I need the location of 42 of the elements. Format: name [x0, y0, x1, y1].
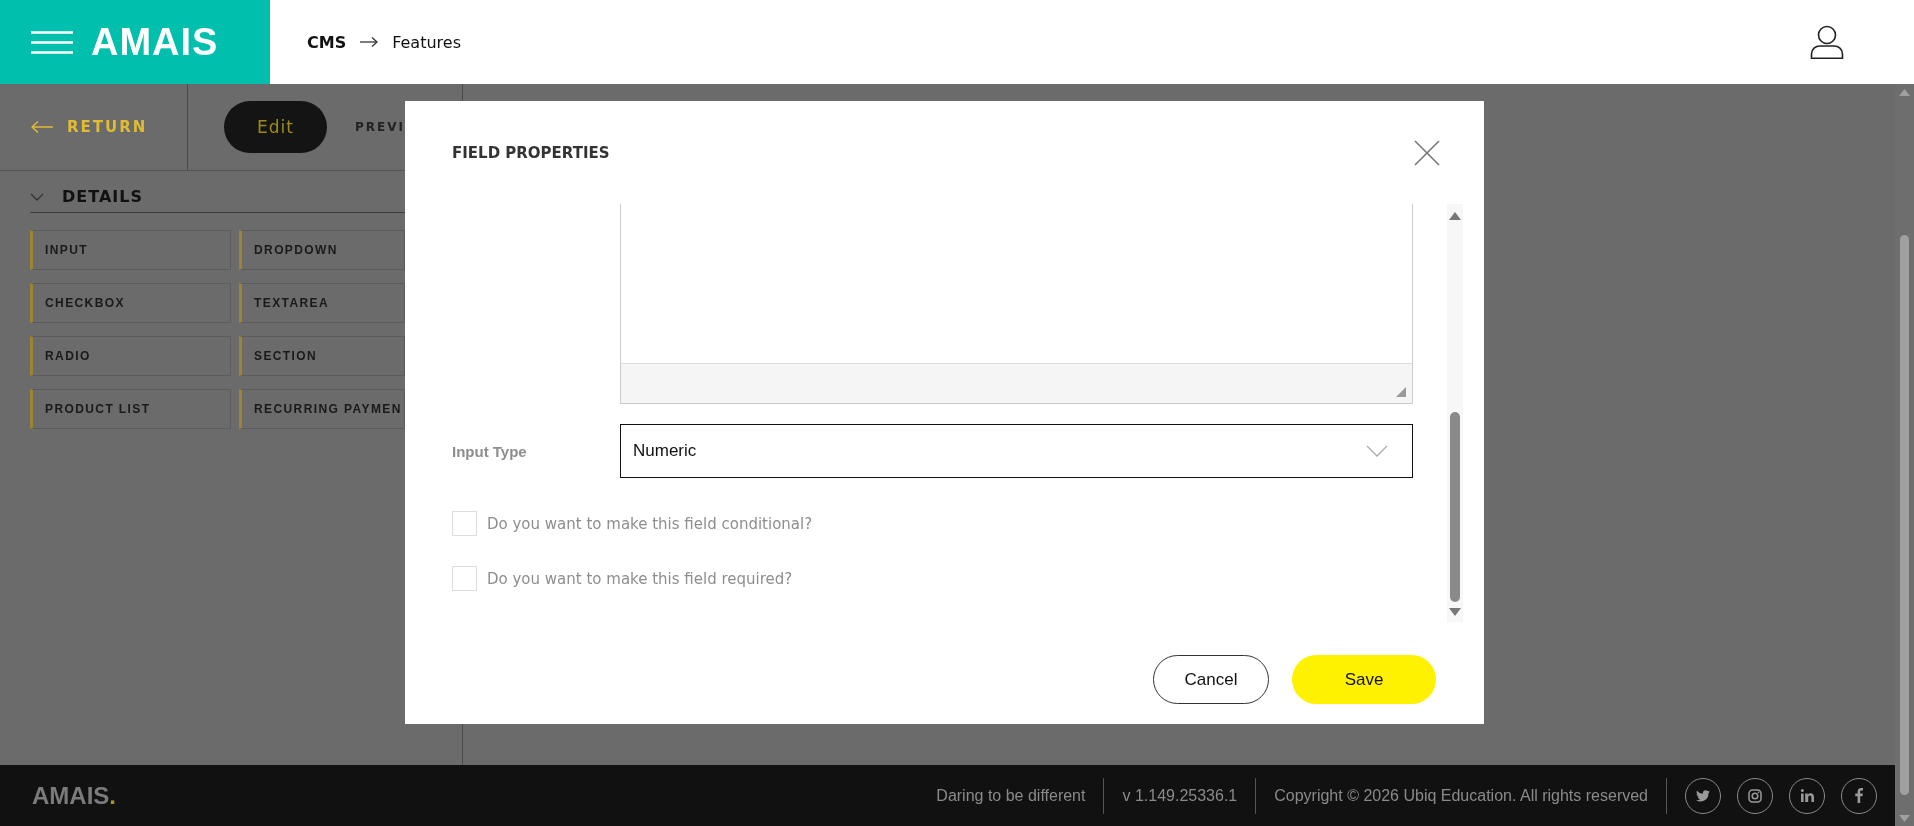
tab[interactable]: Edit: [224, 101, 327, 153]
cancel-button[interactable]: Cancel: [1153, 655, 1269, 704]
scroll-down-icon[interactable]: [1449, 608, 1461, 616]
checkbox-label: Do you want to make this field conditional?: [487, 514, 813, 533]
scroll-up-icon[interactable]: [1449, 212, 1461, 220]
return-button[interactable]: RETURN: [0, 84, 188, 170]
checkbox-label: Do you want to make this field required?: [487, 569, 793, 588]
checkbox[interactable]: [452, 511, 477, 536]
palette-item[interactable]: RADIO: [30, 336, 231, 376]
menu-icon[interactable]: [31, 30, 73, 54]
checkbox[interactable]: [452, 566, 477, 591]
back-arrow-icon: [31, 121, 53, 133]
select-field[interactable]: Numeric: [620, 424, 1413, 478]
save-button[interactable]: Save: [1292, 655, 1436, 704]
copyright-text: Copyright © 2026 Ubiq Education. All rights reserved: [1256, 777, 1667, 814]
resize-handle-icon[interactable]: [1396, 387, 1406, 397]
arrow-icon: [360, 37, 379, 47]
footer-logo: AMAIS.: [32, 781, 116, 810]
logo: AMAIS: [91, 20, 219, 64]
palette-item[interactable]: PRODUCT LIST: [30, 389, 231, 429]
scrollbar[interactable]: [1447, 204, 1463, 622]
scroll-down-icon[interactable]: [1899, 815, 1910, 822]
textarea-field[interactable]: [620, 204, 1413, 404]
section-title: DETAILS: [62, 187, 143, 206]
version-text: v 1.149.25336.1: [1104, 777, 1257, 814]
instagram-icon: [1748, 788, 1762, 803]
breadcrumb-item: Features: [392, 32, 461, 52]
tab[interactable]: PREVI: [355, 120, 405, 134]
scroll-up-icon[interactable]: [1899, 89, 1910, 96]
tagline: Daring to be different: [918, 777, 1105, 814]
chevron-icon[interactable]: [30, 192, 44, 201]
twitter-icon: [1696, 789, 1710, 802]
facebook-icon: [1855, 788, 1863, 803]
close-button[interactable]: [1414, 139, 1440, 166]
palette-item[interactable]: INPUT: [30, 230, 231, 270]
user-icon[interactable]: [1810, 25, 1844, 59]
palette-item[interactable]: CHECKBOX: [30, 283, 231, 323]
breadcrumb-item[interactable]: CMS: [307, 32, 347, 52]
field-label: Input Type: [452, 442, 528, 460]
dialog-title: FIELD PROPERTIES: [452, 143, 610, 162]
linkedin-icon: [1800, 789, 1814, 802]
chevron-icon: [1366, 445, 1388, 457]
